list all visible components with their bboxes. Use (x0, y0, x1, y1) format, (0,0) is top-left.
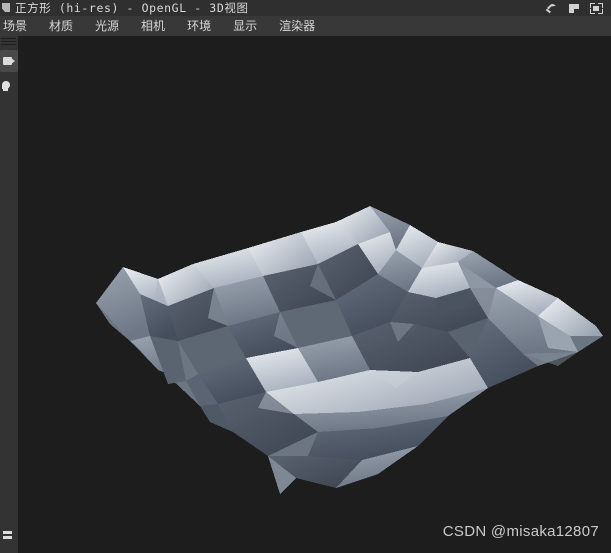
list-icon (3, 531, 12, 541)
dock-icon[interactable] (590, 2, 603, 15)
menu-item-light[interactable]: 光源 (84, 16, 130, 36)
terrain-mesh (96, 206, 603, 494)
restore-icon[interactable] (568, 2, 581, 15)
application-window: 正方形 (hi-res) - OpenGL - 3D视图 场景 材质 光源 相机… (0, 0, 611, 553)
left-toolbar (0, 36, 18, 553)
opengl-3d-viewport[interactable]: CSDN @misaka12807 (18, 36, 611, 553)
menu-item-camera[interactable]: 相机 (130, 16, 176, 36)
title-bar-buttons (546, 2, 603, 15)
pin-icon[interactable] (546, 2, 559, 15)
document-icon (0, 0, 13, 16)
light-icon (2, 81, 10, 91)
sidebar-item-camera[interactable] (0, 50, 18, 72)
menu-item-material[interactable]: 材质 (38, 16, 84, 36)
toolbar-grip[interactable] (1, 38, 16, 45)
title-bar: 正方形 (hi-res) - OpenGL - 3D视图 (0, 0, 611, 16)
menu-item-scene[interactable]: 场景 (0, 16, 38, 36)
menu-item-display[interactable]: 显示 (222, 16, 268, 36)
menu-item-environment[interactable]: 环境 (176, 16, 222, 36)
sidebar-item-light[interactable] (0, 76, 18, 98)
sidebar-item-list[interactable] (0, 525, 18, 547)
camera-icon (3, 57, 15, 65)
menu-item-renderer[interactable]: 渲染器 (268, 16, 326, 36)
menu-bar: 场景 材质 光源 相机 环境 显示 渲染器 (0, 16, 611, 36)
window-title: 正方形 (hi-res) - OpenGL - 3D视图 (15, 1, 249, 15)
